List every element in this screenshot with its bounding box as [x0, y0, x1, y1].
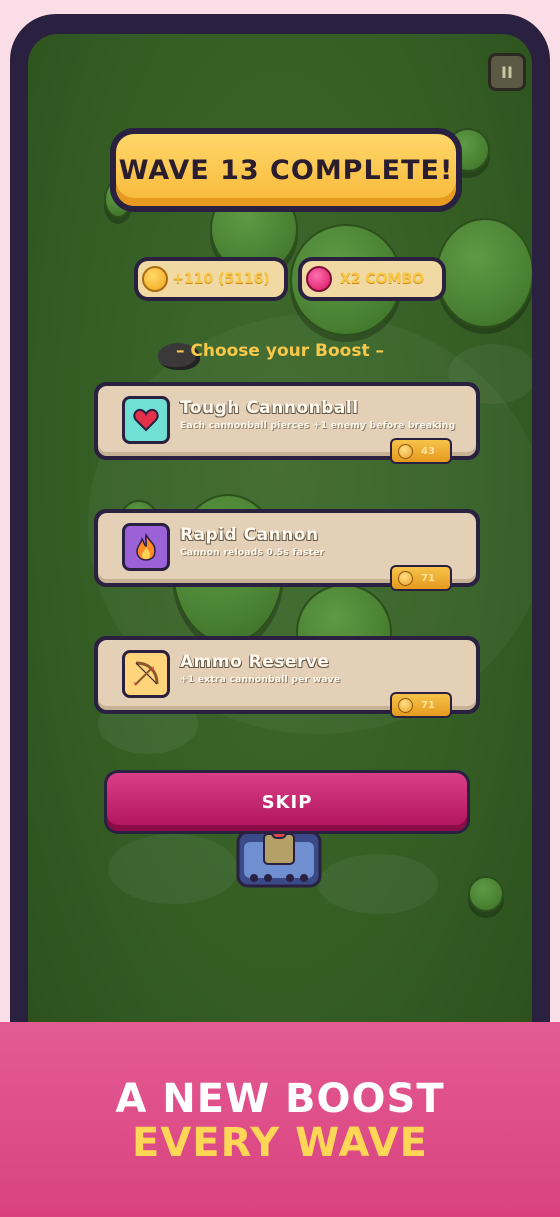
bow-icon — [122, 650, 170, 698]
boost-card-ammo-reserve[interactable]: Ammo Reserve +1 extra cannonball per wav… — [94, 636, 480, 718]
combo-pill: X2 COMBO — [298, 257, 446, 301]
coin-icon — [142, 266, 168, 292]
boost-title: Tough Cannonball — [180, 398, 359, 418]
bush — [436, 218, 532, 328]
price-value: 71 — [421, 572, 435, 584]
promo-line-2: EVERY WAVE — [132, 1120, 428, 1166]
gem-icon — [306, 266, 332, 292]
light-patch — [318, 854, 438, 914]
coin-icon — [398, 570, 413, 586]
boost-description: Cannon reloads 0.5s faster — [180, 548, 325, 558]
coin-reward-pill: +110 (5116) — [134, 257, 288, 301]
coin-reward-text: +110 (5116) — [172, 271, 270, 287]
boost-description: +1 extra cannonball per wave — [180, 675, 341, 685]
boost-price[interactable]: 43 — [390, 438, 452, 464]
boost-description: Each cannonball pierces +1 enemy before … — [180, 421, 456, 431]
light-patch — [108, 834, 238, 904]
boost-card-tough-cannonball[interactable]: Tough Cannonball Each cannonball pierces… — [94, 382, 480, 464]
heart-icon — [122, 396, 170, 444]
boost-title: Ammo Reserve — [180, 652, 330, 672]
boost-title: Rapid Cannon — [180, 525, 319, 545]
boost-card-rapid-cannon[interactable]: Rapid Cannon Cannon reloads 0.5s faster … — [94, 509, 480, 591]
pause-button[interactable]: II — [488, 53, 526, 91]
boost-price[interactable]: 71 — [390, 692, 452, 718]
price-value: 71 — [421, 699, 435, 711]
promo-line-1: A NEW BOOST — [115, 1076, 445, 1122]
boost-price[interactable]: 71 — [390, 565, 452, 591]
coin-icon — [398, 697, 413, 713]
skip-label: SKIP — [107, 773, 467, 831]
coin-icon — [398, 443, 413, 459]
fire-icon — [122, 523, 170, 571]
bush — [468, 876, 504, 912]
skip-button[interactable]: SKIP — [104, 770, 470, 834]
wave-complete-banner: WAVE 13 COMPLETE! — [110, 128, 462, 212]
wave-complete-title: WAVE 13 COMPLETE! — [116, 134, 456, 206]
promo-banner: A NEW BOOST EVERY WAVE — [0, 1022, 560, 1217]
combo-text: X2 COMBO — [339, 271, 425, 287]
price-value: 43 — [421, 445, 435, 457]
pause-icon: II — [501, 62, 513, 82]
choose-boost-label: – Choose your Boost – — [175, 341, 385, 361]
